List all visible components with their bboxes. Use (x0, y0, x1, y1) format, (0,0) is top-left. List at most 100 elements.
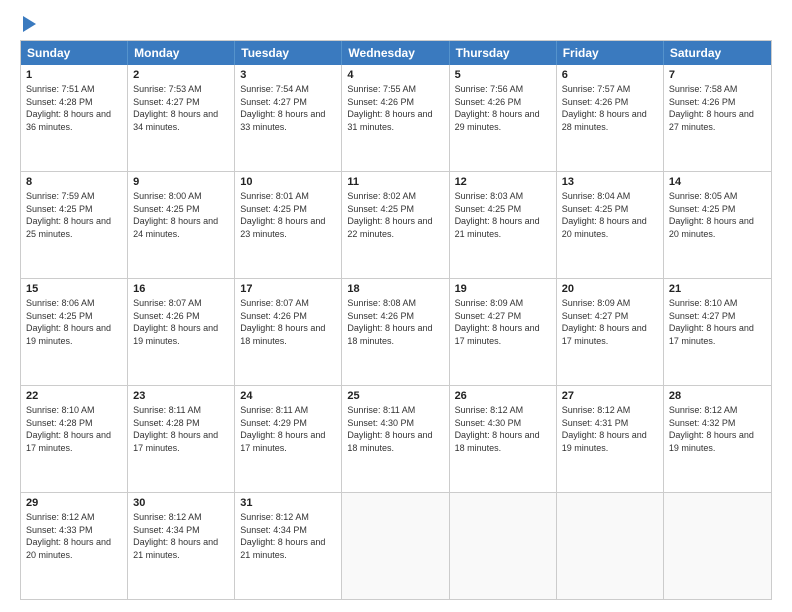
day-cell-16: 16 Sunrise: 8:07 AMSunset: 4:26 PMDaylig… (128, 279, 235, 385)
day-info: Sunrise: 8:01 AMSunset: 4:25 PMDaylight:… (240, 191, 325, 239)
day-info: Sunrise: 8:12 AMSunset: 4:31 PMDaylight:… (562, 405, 647, 453)
day-cell-19: 19 Sunrise: 8:09 AMSunset: 4:27 PMDaylig… (450, 279, 557, 385)
day-number: 6 (562, 69, 658, 81)
day-cell-25: 25 Sunrise: 8:11 AMSunset: 4:30 PMDaylig… (342, 386, 449, 492)
empty-cell (450, 493, 557, 599)
day-cell-9: 9 Sunrise: 8:00 AMSunset: 4:25 PMDayligh… (128, 172, 235, 278)
day-info: Sunrise: 8:00 AMSunset: 4:25 PMDaylight:… (133, 191, 218, 239)
day-cell-10: 10 Sunrise: 8:01 AMSunset: 4:25 PMDaylig… (235, 172, 342, 278)
day-info: Sunrise: 8:09 AMSunset: 4:27 PMDaylight:… (562, 298, 647, 346)
day-header-saturday: Saturday (664, 41, 771, 65)
day-number: 2 (133, 69, 229, 81)
header (20, 16, 772, 32)
day-number: 29 (26, 497, 122, 509)
day-number: 19 (455, 283, 551, 295)
day-number: 3 (240, 69, 336, 81)
empty-cell (664, 493, 771, 599)
day-number: 24 (240, 390, 336, 402)
day-cell-14: 14 Sunrise: 8:05 AMSunset: 4:25 PMDaylig… (664, 172, 771, 278)
day-number: 8 (26, 176, 122, 188)
day-header-monday: Monday (128, 41, 235, 65)
calendar-week-5: 29 Sunrise: 8:12 AMSunset: 4:33 PMDaylig… (21, 493, 771, 599)
day-info: Sunrise: 8:12 AMSunset: 4:34 PMDaylight:… (240, 512, 325, 560)
day-header-sunday: Sunday (21, 41, 128, 65)
day-number: 17 (240, 283, 336, 295)
day-number: 20 (562, 283, 658, 295)
day-info: Sunrise: 8:12 AMSunset: 4:32 PMDaylight:… (669, 405, 754, 453)
calendar-week-1: 1 Sunrise: 7:51 AMSunset: 4:28 PMDayligh… (21, 65, 771, 172)
calendar-week-2: 8 Sunrise: 7:59 AMSunset: 4:25 PMDayligh… (21, 172, 771, 279)
day-info: Sunrise: 8:09 AMSunset: 4:27 PMDaylight:… (455, 298, 540, 346)
day-info: Sunrise: 7:56 AMSunset: 4:26 PMDaylight:… (455, 84, 540, 132)
day-number: 1 (26, 69, 122, 81)
day-cell-21: 21 Sunrise: 8:10 AMSunset: 4:27 PMDaylig… (664, 279, 771, 385)
day-number: 23 (133, 390, 229, 402)
day-info: Sunrise: 8:12 AMSunset: 4:30 PMDaylight:… (455, 405, 540, 453)
day-number: 7 (669, 69, 766, 81)
page: SundayMondayTuesdayWednesdayThursdayFrid… (0, 0, 792, 612)
day-number: 9 (133, 176, 229, 188)
day-cell-15: 15 Sunrise: 8:06 AMSunset: 4:25 PMDaylig… (21, 279, 128, 385)
day-number: 21 (669, 283, 766, 295)
day-cell-20: 20 Sunrise: 8:09 AMSunset: 4:27 PMDaylig… (557, 279, 664, 385)
day-number: 11 (347, 176, 443, 188)
day-info: Sunrise: 7:53 AMSunset: 4:27 PMDaylight:… (133, 84, 218, 132)
day-number: 13 (562, 176, 658, 188)
day-cell-23: 23 Sunrise: 8:11 AMSunset: 4:28 PMDaylig… (128, 386, 235, 492)
logo (20, 16, 36, 32)
day-header-wednesday: Wednesday (342, 41, 449, 65)
day-cell-30: 30 Sunrise: 8:12 AMSunset: 4:34 PMDaylig… (128, 493, 235, 599)
empty-cell (557, 493, 664, 599)
logo-text (20, 16, 36, 32)
day-cell-12: 12 Sunrise: 8:03 AMSunset: 4:25 PMDaylig… (450, 172, 557, 278)
day-cell-6: 6 Sunrise: 7:57 AMSunset: 4:26 PMDayligh… (557, 65, 664, 171)
calendar-body: 1 Sunrise: 7:51 AMSunset: 4:28 PMDayligh… (21, 65, 771, 599)
day-info: Sunrise: 8:11 AMSunset: 4:30 PMDaylight:… (347, 405, 432, 453)
day-number: 10 (240, 176, 336, 188)
day-info: Sunrise: 8:06 AMSunset: 4:25 PMDaylight:… (26, 298, 111, 346)
calendar-header: SundayMondayTuesdayWednesdayThursdayFrid… (21, 41, 771, 65)
day-cell-29: 29 Sunrise: 8:12 AMSunset: 4:33 PMDaylig… (21, 493, 128, 599)
day-number: 5 (455, 69, 551, 81)
day-info: Sunrise: 8:11 AMSunset: 4:29 PMDaylight:… (240, 405, 325, 453)
day-info: Sunrise: 8:12 AMSunset: 4:34 PMDaylight:… (133, 512, 218, 560)
day-cell-11: 11 Sunrise: 8:02 AMSunset: 4:25 PMDaylig… (342, 172, 449, 278)
day-cell-17: 17 Sunrise: 8:07 AMSunset: 4:26 PMDaylig… (235, 279, 342, 385)
day-cell-27: 27 Sunrise: 8:12 AMSunset: 4:31 PMDaylig… (557, 386, 664, 492)
day-number: 27 (562, 390, 658, 402)
day-info: Sunrise: 7:59 AMSunset: 4:25 PMDaylight:… (26, 191, 111, 239)
day-header-thursday: Thursday (450, 41, 557, 65)
day-number: 14 (669, 176, 766, 188)
day-info: Sunrise: 8:03 AMSunset: 4:25 PMDaylight:… (455, 191, 540, 239)
day-info: Sunrise: 7:54 AMSunset: 4:27 PMDaylight:… (240, 84, 325, 132)
day-cell-8: 8 Sunrise: 7:59 AMSunset: 4:25 PMDayligh… (21, 172, 128, 278)
day-cell-24: 24 Sunrise: 8:11 AMSunset: 4:29 PMDaylig… (235, 386, 342, 492)
day-info: Sunrise: 8:12 AMSunset: 4:33 PMDaylight:… (26, 512, 111, 560)
day-info: Sunrise: 8:10 AMSunset: 4:28 PMDaylight:… (26, 405, 111, 453)
empty-cell (342, 493, 449, 599)
day-number: 4 (347, 69, 443, 81)
day-info: Sunrise: 7:57 AMSunset: 4:26 PMDaylight:… (562, 84, 647, 132)
day-header-tuesday: Tuesday (235, 41, 342, 65)
day-number: 30 (133, 497, 229, 509)
day-cell-2: 2 Sunrise: 7:53 AMSunset: 4:27 PMDayligh… (128, 65, 235, 171)
day-cell-18: 18 Sunrise: 8:08 AMSunset: 4:26 PMDaylig… (342, 279, 449, 385)
day-info: Sunrise: 7:55 AMSunset: 4:26 PMDaylight:… (347, 84, 432, 132)
day-info: Sunrise: 8:05 AMSunset: 4:25 PMDaylight:… (669, 191, 754, 239)
day-number: 26 (455, 390, 551, 402)
calendar-week-4: 22 Sunrise: 8:10 AMSunset: 4:28 PMDaylig… (21, 386, 771, 493)
day-cell-5: 5 Sunrise: 7:56 AMSunset: 4:26 PMDayligh… (450, 65, 557, 171)
day-header-friday: Friday (557, 41, 664, 65)
day-info: Sunrise: 8:07 AMSunset: 4:26 PMDaylight:… (240, 298, 325, 346)
day-cell-26: 26 Sunrise: 8:12 AMSunset: 4:30 PMDaylig… (450, 386, 557, 492)
day-number: 16 (133, 283, 229, 295)
calendar-week-3: 15 Sunrise: 8:06 AMSunset: 4:25 PMDaylig… (21, 279, 771, 386)
day-number: 28 (669, 390, 766, 402)
day-info: Sunrise: 8:02 AMSunset: 4:25 PMDaylight:… (347, 191, 432, 239)
day-cell-28: 28 Sunrise: 8:12 AMSunset: 4:32 PMDaylig… (664, 386, 771, 492)
day-info: Sunrise: 7:51 AMSunset: 4:28 PMDaylight:… (26, 84, 111, 132)
day-info: Sunrise: 8:11 AMSunset: 4:28 PMDaylight:… (133, 405, 218, 453)
day-cell-13: 13 Sunrise: 8:04 AMSunset: 4:25 PMDaylig… (557, 172, 664, 278)
day-cell-22: 22 Sunrise: 8:10 AMSunset: 4:28 PMDaylig… (21, 386, 128, 492)
day-cell-31: 31 Sunrise: 8:12 AMSunset: 4:34 PMDaylig… (235, 493, 342, 599)
